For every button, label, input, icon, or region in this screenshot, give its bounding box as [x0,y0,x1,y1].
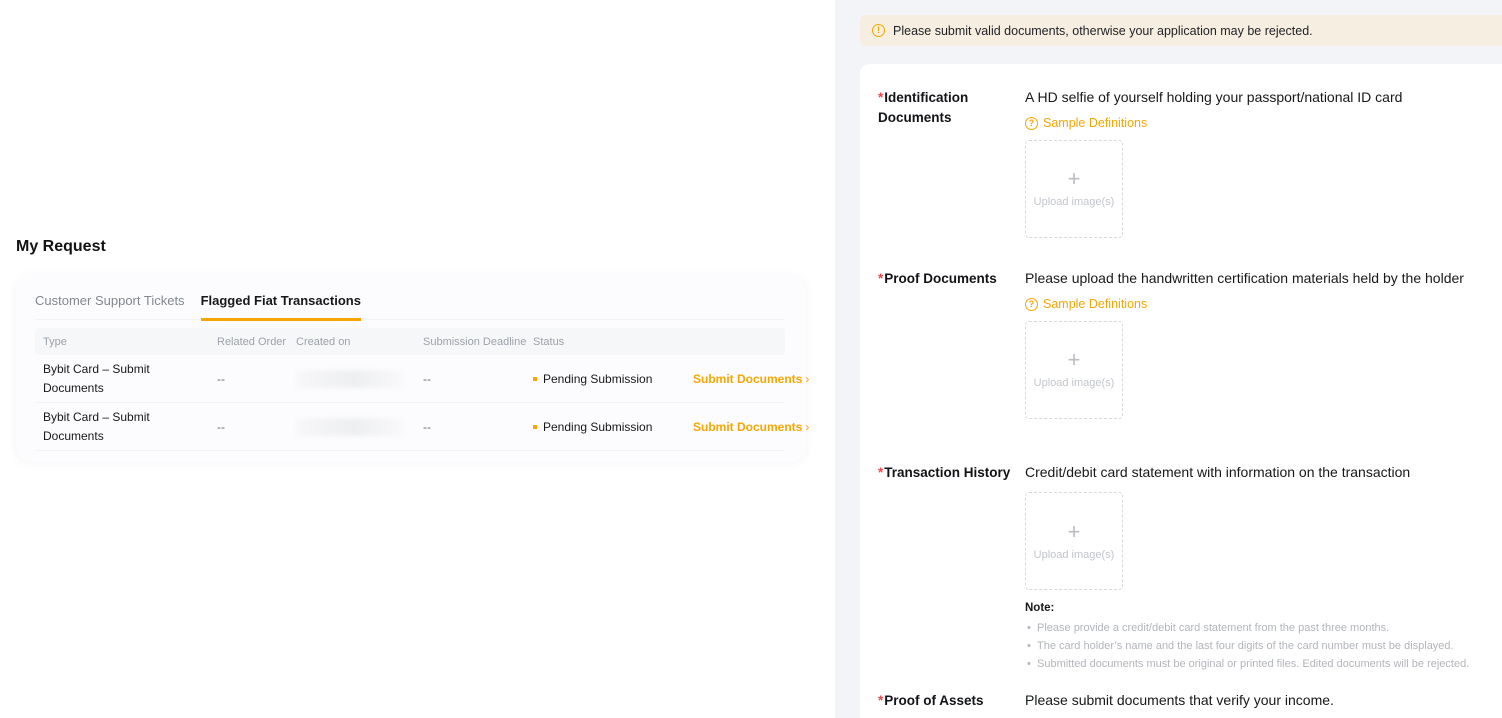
status-dot-icon [533,425,537,429]
tab-flagged-fiat-transactions[interactable]: Flagged Fiat Transactions [201,291,361,321]
warning-banner: ! Please submit valid documents, otherwi… [860,15,1502,46]
required-asterisk: * [878,90,883,105]
info-icon: ! [872,24,885,37]
note-item: The card holder’s name and the last four… [1025,638,1470,654]
submit-documents-link[interactable]: Submit Documents› [693,372,823,386]
section-description: A HD selfie of yourself holding your pas… [1025,87,1495,108]
submit-documents-panel: ! Please submit valid documents, otherwi… [835,0,1502,718]
upload-image-dropzone[interactable]: + Upload image(s) [1025,140,1123,238]
status-dot-icon [533,377,537,381]
plus-icon: + [1068,350,1081,370]
section-identification-documents: *Identification Documents A HD selfie of… [878,87,1502,238]
section-description: Please upload the handwritten certificat… [1025,268,1495,289]
section-transaction-history: *Transaction History Credit/debit card s… [878,462,1502,672]
section-proof-documents: *Proof Documents Please upload the handw… [878,268,1502,419]
table-row: Bybit Card – Submit Documents -- -- Pend… [35,403,785,451]
related-order-cell: -- [217,372,296,386]
section-label: *Proof of Assets [878,691,1013,711]
warning-banner-text: Please submit valid documents, otherwise… [893,24,1313,38]
table-row: Bybit Card – Submit Documents -- -- Pend… [35,355,785,403]
plus-icon: + [1068,522,1081,542]
column-header-related-order: Related Order [217,336,296,348]
created-on-redacted-value [296,370,404,388]
help-icon: ? [1025,117,1038,130]
status-badge: Pending Submission [543,372,652,386]
note-list: Please provide a credit/debit card state… [1025,620,1470,672]
upload-image-dropzone[interactable]: + Upload image(s) [1025,321,1123,419]
chevron-right-icon: › [805,420,809,434]
my-request-page: My Request Customer Support Tickets Flag… [0,0,835,718]
status-badge: Pending Submission [543,420,652,434]
required-asterisk: * [878,693,883,708]
column-header-created-on: Created on [296,336,423,348]
table-header-row: Type Related Order Created on Submission… [35,328,785,355]
required-asterisk: * [878,465,883,480]
section-label: *Identification Documents [878,88,1013,128]
submit-documents-link[interactable]: Submit Documents› [693,420,823,434]
requests-table: Type Related Order Created on Submission… [35,328,785,451]
upload-label: Upload image(s) [1034,196,1115,208]
upload-label: Upload image(s) [1034,549,1115,561]
help-icon: ? [1025,298,1038,311]
note-item: Please provide a credit/debit card state… [1025,620,1470,636]
section-description: Please submit documents that verify your… [1025,690,1495,711]
tab-customer-support-tickets[interactable]: Customer Support Tickets [35,291,185,319]
tab-bar: Customer Support Tickets Flagged Fiat Tr… [35,291,785,320]
section-description: Credit/debit card statement with informa… [1025,462,1495,483]
submission-deadline-cell: -- [423,420,533,434]
created-on-redacted-value [296,418,404,436]
plus-icon: + [1068,169,1081,189]
sample-definitions-link[interactable]: ? Sample Definitions [1025,116,1147,130]
documents-form-card: *Identification Documents A HD selfie of… [860,64,1502,718]
section-label: *Proof Documents [878,269,1013,289]
chevron-right-icon: › [805,372,809,386]
sample-definitions-link[interactable]: ? Sample Definitions [1025,297,1147,311]
note-item: Submitted documents must be original or … [1025,656,1470,672]
section-proof-of-assets: *Proof of Assets Please submit documents… [878,690,1502,711]
upload-image-dropzone[interactable]: + Upload image(s) [1025,492,1123,590]
note-title: Note: [1025,602,1495,614]
column-header-type: Type [43,336,217,348]
column-header-submission-deadline: Submission Deadline [423,336,533,348]
status-cell: Pending Submission [533,420,693,434]
submission-deadline-cell: -- [423,372,533,386]
related-order-cell: -- [217,420,296,434]
page-title: My Request [16,238,106,256]
upload-label: Upload image(s) [1034,377,1115,389]
required-asterisk: * [878,271,883,286]
request-card: Customer Support Tickets Flagged Fiat Tr… [16,275,806,462]
section-label: *Transaction History [878,463,1013,483]
type-cell: Bybit Card – Submit Documents [43,408,171,445]
column-header-status: Status [533,336,693,348]
status-cell: Pending Submission [533,372,693,386]
type-cell: Bybit Card – Submit Documents [43,360,171,397]
